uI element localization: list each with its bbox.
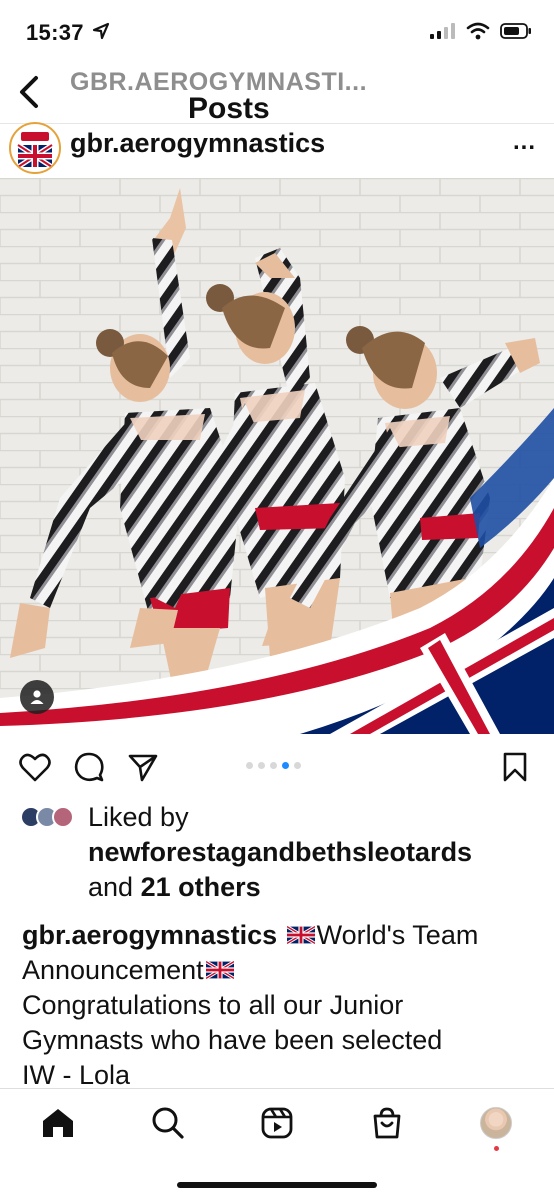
profile-avatar [480,1107,512,1139]
reels-tab[interactable] [257,1103,297,1143]
bookmark-icon [503,752,527,782]
likes-line-2: newforestagandbethsleotards [88,835,472,870]
caption-text: Announcement [22,955,204,985]
uk-flag-icon [205,960,234,979]
carousel-dot [246,762,253,769]
gymnasts-photo [0,178,554,734]
save-button[interactable] [498,750,532,784]
carousel-dot [258,762,265,769]
battery-icon [500,23,532,44]
carousel-dot [294,762,301,769]
shop-tab[interactable] [367,1103,407,1143]
profile-tab[interactable] [476,1103,516,1143]
heart-icon [19,753,51,782]
caption-line-4: Gymnasts who have been selected [22,1025,443,1055]
likes-line-3: and 21 others [88,870,261,905]
carousel-dot [270,762,277,769]
likes-prefix: Liked by [88,802,189,832]
post-caption: gbr.aerogymnastics World's Team Announce… [22,918,537,1093]
reels-icon [261,1107,293,1139]
caption-text: World's Team [316,920,479,950]
post-actions [0,740,554,794]
chevron-left-icon [20,76,38,108]
caption-line-2: Announcement [22,953,537,988]
share-button[interactable] [126,750,160,784]
union-flag-logo-icon [13,126,57,170]
home-indicator [177,1182,377,1188]
more-options-button[interactable]: ... [513,128,536,156]
home-tab[interactable] [38,1103,78,1143]
post-image[interactable] [0,178,554,734]
search-icon [152,1107,184,1139]
home-icon [43,1109,73,1137]
caption-line-1: gbr.aerogymnastics World's Team [22,918,537,953]
liker-avatars [20,806,84,830]
location-arrow-icon [92,22,110,45]
wifi-icon [466,22,490,45]
likes-others-count[interactable]: 21 others [141,872,261,902]
comment-icon [74,752,104,782]
account-avatar[interactable] [9,122,61,174]
post-header: gbr.aerogymnastics ... [0,120,554,178]
notification-dot [494,1146,499,1151]
likes-and: and [88,872,134,902]
like-button[interactable] [18,750,52,784]
comment-button[interactable] [72,750,106,784]
carousel-indicator [246,762,301,769]
navigation-bar: GBR.AEROGYMNASTI... Posts [0,64,554,125]
likes-line-1: Liked by [88,800,189,835]
back-button[interactable] [14,74,44,110]
send-icon [128,754,158,782]
search-tab[interactable] [148,1103,188,1143]
liker-username[interactable]: newforestagandbethsleotards [88,837,472,867]
avatar [52,806,74,828]
status-bar: 15:37 [0,0,554,66]
shop-icon [373,1107,401,1139]
uk-flag-icon [286,925,315,944]
post-username[interactable]: gbr.aerogymnastics [70,128,325,159]
caption-username[interactable]: gbr.aerogymnastics [22,920,277,950]
tagged-users-button[interactable] [20,680,54,714]
signal-icon [430,23,456,44]
status-time: 15:37 [26,20,84,45]
carousel-dot-active [282,762,289,769]
caption-line-3: Congratulations to all our Junior [22,990,404,1020]
person-icon [30,690,44,704]
